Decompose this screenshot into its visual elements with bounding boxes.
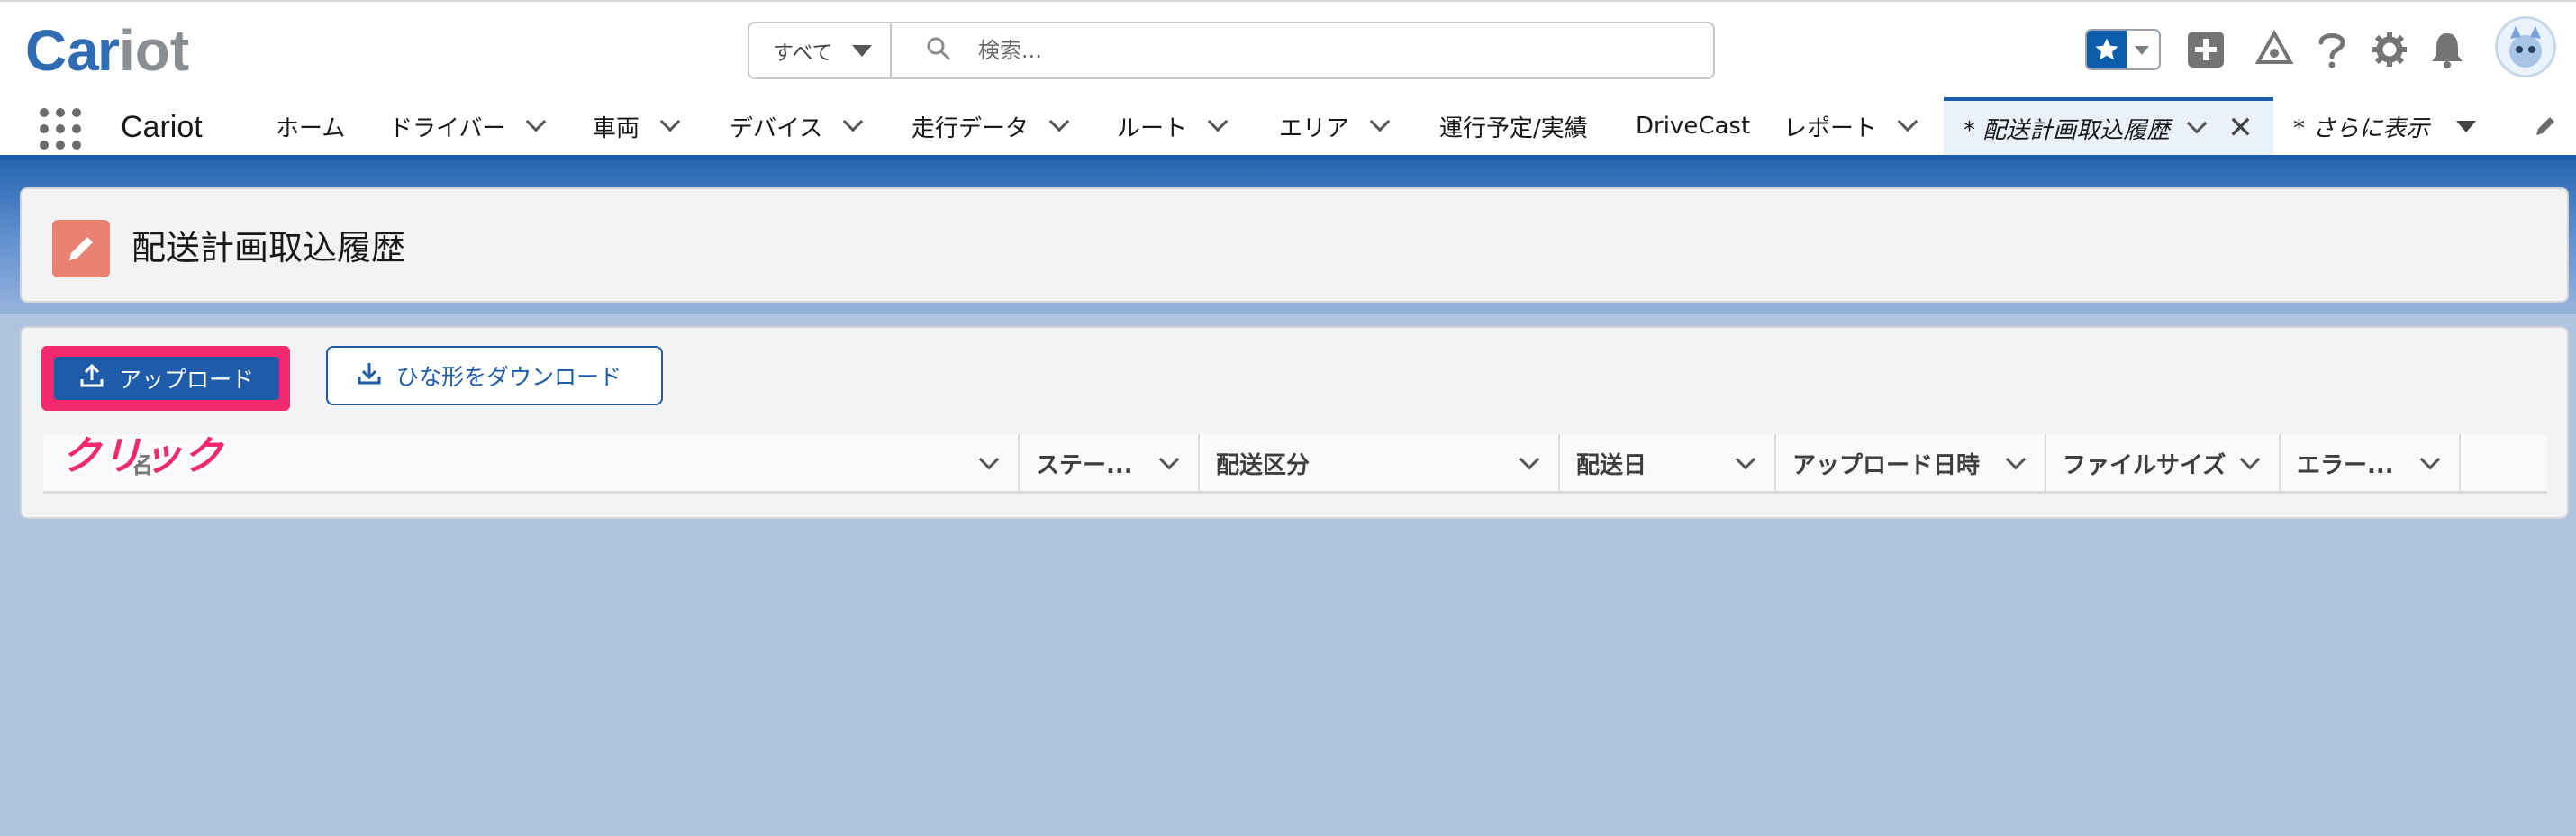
- column-header-delivery-date[interactable]: 配送日: [1560, 434, 1776, 492]
- upload-button-label: アップロード: [119, 367, 255, 393]
- nav-item-areas[interactable]: エリア: [1279, 97, 1391, 155]
- page-header: 配送計画取込履歴: [20, 187, 2569, 303]
- nav-item-label: DriveCast: [1636, 113, 1751, 140]
- nav-item-label: ドライバー: [389, 114, 506, 142]
- download-template-label: ひな形をダウンロード: [396, 364, 622, 390]
- chevron-down-icon[interactable]: [1735, 449, 1756, 470]
- nav-item-vehicles[interactable]: 車両: [593, 97, 681, 155]
- nav-item-routes[interactable]: ルート: [1117, 97, 1229, 155]
- nav-item-label: 車両: [593, 114, 640, 142]
- column-label: 配送日: [1576, 451, 1647, 479]
- favorites-dropdown-icon[interactable]: [2135, 46, 2149, 55]
- nav-item-reports[interactable]: レポート: [1783, 97, 1918, 155]
- import-history-card: アップロード ひな形をダウンロード クリック 名 ステー... 配送区分 配送日…: [20, 326, 2569, 519]
- chevron-down-icon[interactable]: [842, 111, 864, 132]
- column-label: アップロード日時: [1792, 451, 1981, 479]
- download-icon: [357, 360, 382, 391]
- tab-delivery-plan-import-history[interactable]: * 配送計画取込履歴 ✕: [1944, 97, 2273, 155]
- column-label: ステー...: [1036, 451, 1133, 479]
- nav-item-label: ホーム: [276, 114, 346, 142]
- chevron-down-icon[interactable]: [1158, 449, 1180, 470]
- chevron-down-icon[interactable]: [2419, 449, 2441, 470]
- column-header-status[interactable]: ステー...: [1020, 434, 1200, 492]
- app-launcher-icon[interactable]: [40, 108, 81, 150]
- nav-item-label: 運行予定/実績: [1439, 114, 1588, 142]
- help-icon[interactable]: [2309, 27, 2354, 72]
- settings-gear-icon[interactable]: [2367, 27, 2412, 72]
- nav-item-label: レポート: [1783, 114, 1878, 142]
- search-icon: [926, 36, 951, 65]
- nav-item-driving-data[interactable]: 走行データ: [912, 97, 1070, 155]
- chevron-down-icon[interactable]: [1048, 111, 1070, 132]
- caret-down-icon: [2456, 120, 2477, 132]
- column-label: 配送区分: [1216, 451, 1311, 479]
- nav-item-drivecast[interactable]: DriveCast: [1636, 97, 1750, 155]
- column-header-delivery-type[interactable]: 配送区分: [1200, 434, 1560, 492]
- global-header: Ca r iot すべて: [0, 0, 2576, 97]
- page-title: 配送計画取込履歴: [132, 228, 406, 268]
- search-input-wrapper: [892, 23, 1713, 77]
- column-header-file-size[interactable]: ファイルサイズ: [2046, 434, 2281, 492]
- nav-item-label: デバイス: [730, 114, 823, 142]
- nav-item-home[interactable]: ホーム: [276, 97, 345, 155]
- click-annotation: クリック: [61, 433, 223, 479]
- app-name: Cariot: [121, 110, 203, 144]
- nav-item-drivers[interactable]: ドライバー: [389, 97, 547, 155]
- chevron-down-icon[interactable]: [2005, 449, 2027, 470]
- nav-item-label: エリア: [1279, 114, 1350, 142]
- global-actions-add-icon[interactable]: [2183, 27, 2228, 72]
- nav-item-devices[interactable]: デバイス: [730, 97, 864, 155]
- edit-nav-pencil-icon[interactable]: [2533, 97, 2558, 155]
- nav-more-button[interactable]: * さらに表示: [2293, 97, 2477, 155]
- trailhead-icon[interactable]: [2252, 27, 2297, 72]
- chevron-down-icon[interactable]: [1369, 111, 1391, 132]
- import-history-table: 名 ステー... 配送区分 配送日 アップロード日時 ファイルサイズ エラー..…: [43, 434, 2547, 494]
- nav-item-label: ルート: [1117, 114, 1188, 142]
- search-scope-dropdown[interactable]: すべて: [749, 23, 892, 77]
- app-navigation-bar: Cariot ホーム ドライバー 車両 デバイス 走行データ ルート エリア 運…: [0, 97, 2576, 160]
- svg-text:iot: iot: [119, 18, 189, 83]
- notifications-bell-icon[interactable]: [2425, 27, 2470, 72]
- chevron-down-icon[interactable]: [2186, 113, 2208, 134]
- favorites-button[interactable]: [2085, 29, 2161, 70]
- pencil-icon: [52, 220, 110, 277]
- caret-down-icon: [852, 44, 873, 57]
- active-tab-label: * 配送計画取込履歴: [1964, 116, 2171, 144]
- cariot-logo[interactable]: Ca r iot: [25, 18, 209, 83]
- column-label: エラー...: [2297, 451, 2394, 479]
- column-header-actions: [2461, 434, 2547, 492]
- upload-icon: [79, 363, 104, 394]
- chevron-down-icon[interactable]: [2239, 449, 2261, 470]
- column-header-errors[interactable]: エラー...: [2281, 434, 2461, 492]
- search-input[interactable]: [978, 38, 1609, 63]
- nav-item-operation-plan[interactable]: 運行予定/実績: [1439, 97, 1588, 155]
- column-header-upload-datetime[interactable]: アップロード日時: [1776, 434, 2046, 492]
- chevron-down-icon[interactable]: [659, 111, 681, 132]
- chevron-down-icon[interactable]: [526, 111, 547, 132]
- user-avatar[interactable]: [2495, 16, 2556, 77]
- search-scope-label: すべて: [773, 41, 833, 65]
- close-tab-icon[interactable]: ✕: [2227, 110, 2254, 146]
- svg-text:r: r: [97, 18, 120, 83]
- nav-more-label: * さらに表示: [2293, 114, 2430, 142]
- chevron-down-icon[interactable]: [1207, 111, 1229, 132]
- nav-item-label: 走行データ: [912, 114, 1029, 142]
- upload-button[interactable]: アップロード: [54, 357, 279, 400]
- global-search: すべて: [748, 22, 1715, 79]
- chevron-down-icon[interactable]: [1897, 111, 1918, 132]
- star-icon: [2087, 31, 2127, 68]
- chevron-down-icon[interactable]: [1519, 449, 1540, 470]
- column-label: ファイルサイズ: [2063, 451, 2227, 479]
- chevron-down-icon[interactable]: [978, 449, 1000, 470]
- svg-text:Ca: Ca: [25, 18, 99, 83]
- download-template-button[interactable]: ひな形をダウンロード: [326, 346, 663, 405]
